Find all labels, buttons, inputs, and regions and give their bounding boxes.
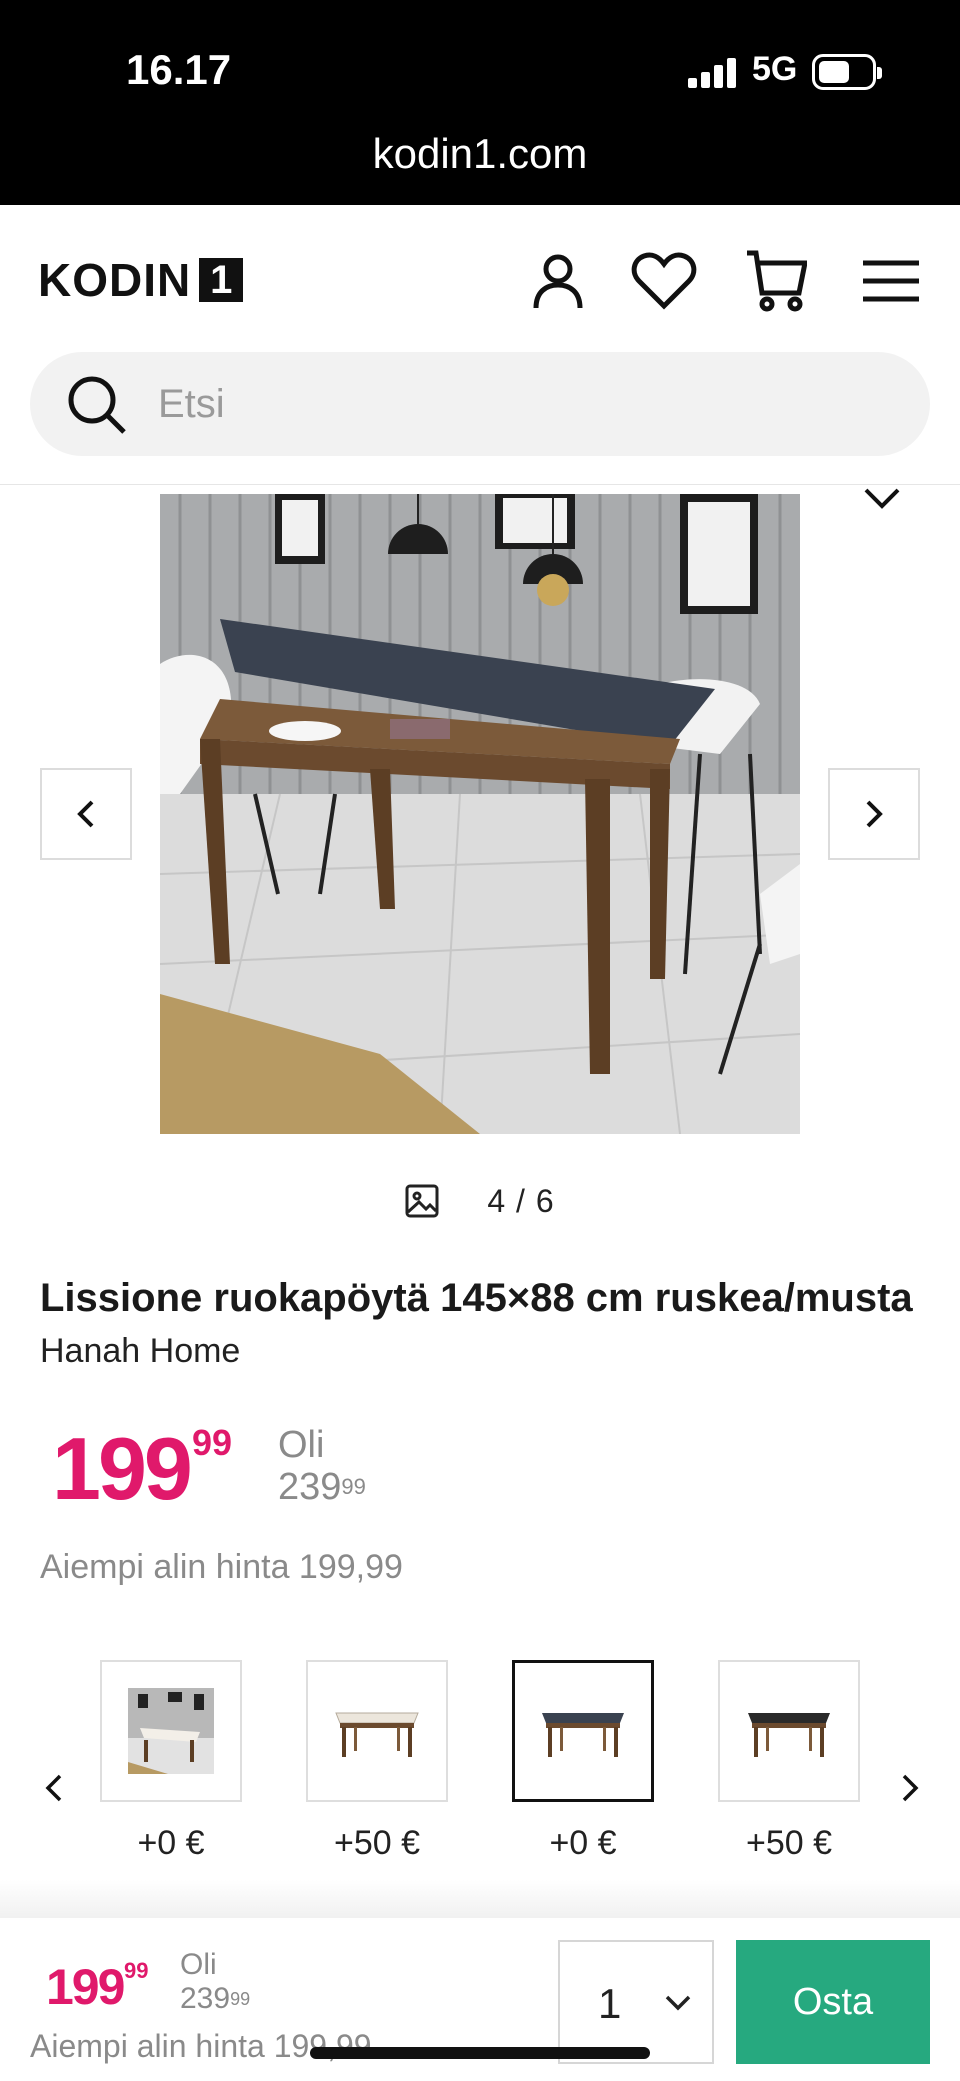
chevron-down-icon: [665, 1995, 691, 2011]
variant-thumbnail: [718, 1660, 860, 1802]
variant-thumbnail: [100, 1660, 242, 1802]
search-bar[interactable]: [30, 352, 930, 456]
lowest-price-note: Aiempi alin hinta 199,99: [40, 1548, 403, 1586]
product-page: 16.17 5G kodin1.com KODIN 1 Etsi 4 / 6 L…: [0, 0, 960, 2081]
quantity-value: 1: [598, 1980, 622, 2027]
home-indicator[interactable]: [310, 2047, 650, 2059]
footer-previous-price: Oli 23999: [180, 1948, 250, 2016]
product-image[interactable]: [160, 494, 800, 1134]
previous-price-decimals: 99: [341, 1474, 366, 1499]
footer-previous-price-integer: 239: [180, 1982, 231, 2015]
variant-option[interactable]: +0 €: [100, 1660, 242, 1863]
address-bar-url[interactable]: kodin1.com: [0, 130, 960, 178]
product-gallery: 4 / 6: [0, 486, 960, 1246]
previous-price-label: Oli: [278, 1424, 325, 1466]
footer-price-integer: 199: [46, 1959, 125, 2015]
price-integer: 199: [52, 1419, 193, 1518]
footer-current-price: 199 99: [46, 1958, 148, 2016]
variants-prev-button[interactable]: [34, 1764, 74, 1812]
previous-price-integer: 239: [278, 1466, 342, 1508]
variant-selector: +0 € +50 € +0 € +50 €: [0, 1660, 960, 1880]
logo-text: KODIN: [38, 254, 192, 306]
status-time: 16.17: [126, 46, 232, 93]
quantity-select[interactable]: 1: [558, 1940, 714, 2064]
chevron-left-icon: [77, 800, 94, 828]
chevron-right-icon: [902, 1774, 919, 1802]
battery-icon: [812, 54, 882, 90]
logo-box: 1: [199, 258, 244, 302]
image-counter-text: 4 / 6: [487, 1182, 555, 1219]
gallery-icon[interactable]: [405, 1184, 439, 1218]
variant-price: +0 €: [549, 1824, 617, 1862]
kodin1-logo[interactable]: KODIN 1: [38, 254, 244, 306]
variant-price: +50 €: [333, 1824, 421, 1862]
search-input[interactable]: [158, 352, 898, 456]
account-icon[interactable]: [522, 245, 594, 317]
search-icon: [66, 374, 128, 436]
cart-icon[interactable]: [740, 245, 812, 317]
variant-option[interactable]: +50 €: [718, 1660, 860, 1863]
site-header: KODIN 1: [0, 205, 960, 485]
variant-thumbnail: [512, 1660, 654, 1802]
variants-next-button[interactable]: [890, 1764, 930, 1812]
footer-previous-price-label: Oli: [180, 1948, 217, 1981]
chevron-down-icon[interactable]: [862, 486, 902, 510]
network-label: 5G: [752, 50, 798, 88]
heart-icon[interactable]: [628, 245, 700, 317]
buy-button[interactable]: Osta: [736, 1940, 930, 2064]
product-brand[interactable]: Hanah Home: [40, 1332, 240, 1371]
next-image-button[interactable]: [828, 768, 920, 860]
price-decimals: 99: [192, 1422, 233, 1463]
variant-option[interactable]: +50 €: [306, 1660, 448, 1863]
footer-previous-price-decimals: 99: [230, 1989, 251, 2009]
chevron-right-icon: [866, 800, 883, 828]
footer-price-decimals: 99: [124, 1958, 149, 1983]
variant-price: +0 €: [137, 1824, 205, 1862]
menu-icon[interactable]: [855, 245, 927, 317]
previous-image-button[interactable]: [40, 768, 132, 860]
image-counter: 4 / 6: [0, 1176, 960, 1226]
current-price: 199 99: [52, 1418, 232, 1520]
variant-thumbnail: [306, 1660, 448, 1802]
signal-icon: [688, 58, 738, 88]
variant-option-selected[interactable]: +0 €: [512, 1660, 654, 1863]
status-bar: 16.17 5G kodin1.com: [0, 0, 960, 205]
product-title: Lissione ruokapöytä 145×88 cm ruskea/mus…: [40, 1276, 913, 1320]
footer-shadow: [0, 1880, 960, 1920]
variant-price: +50 €: [745, 1824, 833, 1862]
previous-price: Oli 23999: [278, 1424, 366, 1508]
chevron-left-icon: [45, 1774, 62, 1802]
